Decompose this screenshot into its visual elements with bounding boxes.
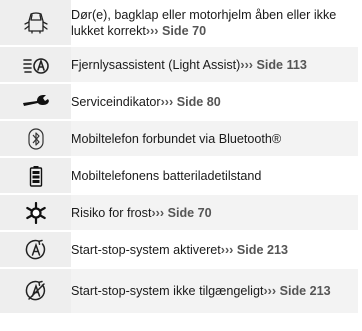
ref-arrow: ››› xyxy=(145,23,159,38)
light-assist-icon xyxy=(22,57,49,74)
car-door-open-icon xyxy=(23,11,48,34)
row-text: Mobiltelefonens batteriladetilstand xyxy=(71,157,358,195)
table-row: Risiko for frost››› Side 70 xyxy=(0,194,358,232)
table-row: Start-stop-system aktiveret››› Side 213 xyxy=(0,231,358,269)
icon-cell xyxy=(0,120,71,158)
page-reference-link[interactable]: Side 213 xyxy=(280,284,331,298)
description: Serviceindikator xyxy=(71,94,161,109)
row-text: Serviceindikator››› Side 80 xyxy=(71,83,358,121)
icon-cell xyxy=(0,194,71,232)
ref-arrow: ››› xyxy=(263,284,277,298)
row-text: Start-stop-system ikke tilgængeligt››› S… xyxy=(71,268,358,315)
row-text: Mobiltelefon forbundet via Bluetooth® xyxy=(71,120,358,158)
ref-arrow: ››› xyxy=(220,242,234,257)
start-stop-unavailable-icon xyxy=(25,280,45,301)
table-row: Mobiltelefon forbundet via Bluetooth® xyxy=(0,120,358,158)
row-text: Fjernlysassistent (Light Assist)››› Side… xyxy=(71,46,358,84)
page-reference-link[interactable]: Side 213 xyxy=(237,243,288,257)
page-reference-link[interactable]: Side 70 xyxy=(162,24,206,38)
ref-arrow: ››› xyxy=(160,94,174,109)
icon-cell xyxy=(0,231,71,269)
battery-icon xyxy=(29,165,42,187)
start-stop-active-icon xyxy=(25,239,45,259)
description: Start-stop-system aktiveret xyxy=(71,242,221,257)
table-row: Mobiltelefonens batteriladetilstand xyxy=(0,157,358,195)
table-row: Fjernlysassistent (Light Assist)››› Side… xyxy=(0,46,358,84)
icon-cell xyxy=(0,83,71,121)
description: Risiko for frost xyxy=(71,205,152,220)
description: Mobiltelefon forbundet via Bluetooth® xyxy=(71,131,282,146)
icon-cell xyxy=(0,157,71,195)
table-row: Start-stop-system ikke tilgængeligt››› S… xyxy=(0,268,358,315)
bluetooth-icon xyxy=(27,127,44,150)
wrench-icon xyxy=(22,95,49,107)
description: Mobiltelefonens batteriladetilstand xyxy=(71,168,262,183)
row-text: Dør(e), bagklap eller motorhjelm åben el… xyxy=(71,0,358,47)
page-reference-link[interactable]: Side 70 xyxy=(168,206,212,220)
snowflake-icon xyxy=(25,201,46,224)
page-reference-link[interactable]: Side 113 xyxy=(256,58,306,72)
description: Fjernlysassistent (Light Assist) xyxy=(71,57,241,72)
icon-cell xyxy=(0,268,71,315)
table-row: Serviceindikator››› Side 80 xyxy=(0,83,358,121)
icon-cell xyxy=(0,0,71,47)
table-row: Dør(e), bagklap eller motorhjelm åben el… xyxy=(0,0,358,47)
row-text: Start-stop-system aktiveret››› Side 213 xyxy=(71,231,358,269)
icon-cell xyxy=(0,46,71,84)
ref-arrow: ››› xyxy=(151,205,165,220)
description: Start-stop-system ikke tilgængeligt xyxy=(71,284,264,298)
page-reference-link[interactable]: Side 80 xyxy=(177,95,221,109)
indicator-table: Dør(e), bagklap eller motorhjelm åben el… xyxy=(0,0,358,315)
ref-arrow: ››› xyxy=(240,57,253,72)
row-text: Risiko for frost››› Side 70 xyxy=(71,194,358,232)
